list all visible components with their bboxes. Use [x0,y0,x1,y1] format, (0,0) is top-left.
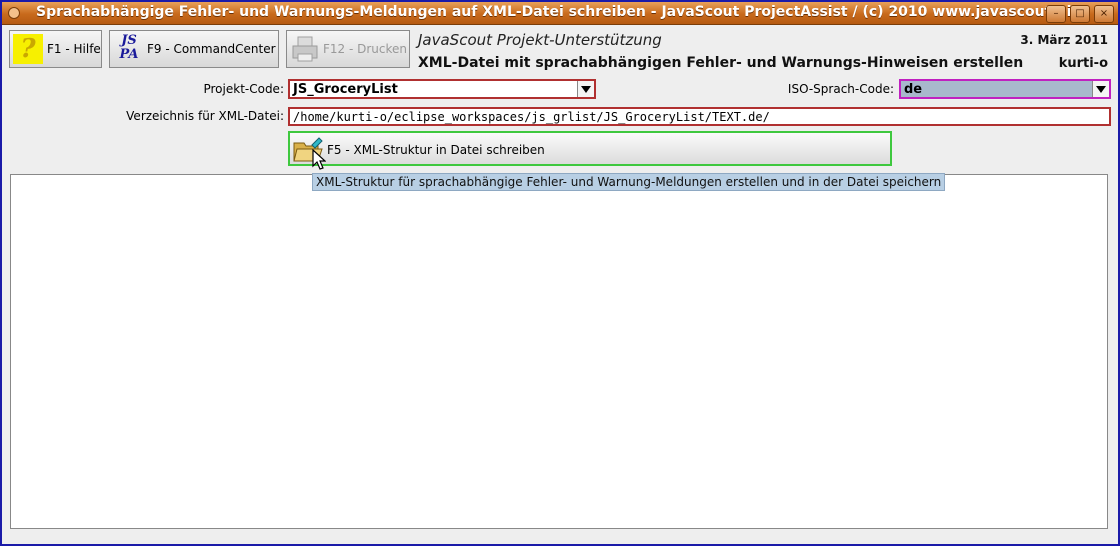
user-name: kurti-o [1058,56,1108,71]
help-button-label: F1 - Hilfe [47,42,101,56]
project-code-value: JS_GroceryList [293,82,398,97]
close-button[interactable]: × [1094,5,1114,23]
chevron-down-icon[interactable] [577,81,594,97]
print-button-label: F12 - Drucken [323,42,408,56]
current-date: 3. März 2011 [1020,33,1108,47]
directory-value: /home/kurti-o/eclipse_workspaces/js_grli… [293,110,770,124]
page-title: XML-Datei mit sprachabhängigen Fehler- u… [418,55,1024,71]
window-title: Sprachabhängige Fehler- und Warnungs-Mel… [36,4,1080,20]
application-window: Sprachabhängige Fehler- und Warnungs-Mel… [0,0,1120,546]
help-question-icon: ? [13,34,43,64]
printer-icon [292,36,318,62]
directory-label: Verzeichnis für XML-Datei: [126,109,284,123]
iso-code-label: ISO-Sprach-Code: [787,82,894,96]
mouse-cursor-icon [312,149,326,170]
command-center-button[interactable]: JS PA F9 - CommandCenter [109,30,279,68]
maximize-button[interactable]: □ [1070,5,1090,23]
iso-code-value: de [904,82,923,97]
iso-code-select[interactable]: de [899,79,1111,99]
title-bar[interactable]: Sprachabhängige Fehler- und Warnungs-Mel… [2,2,1118,25]
window-menu-icon[interactable] [8,7,20,19]
directory-field[interactable]: /home/kurti-o/eclipse_workspaces/js_grli… [288,107,1111,126]
write-xml-button[interactable]: F5 - XML-Struktur in Datei schreiben [288,131,892,166]
jspa-logo-top: JS [121,33,137,48]
project-code-label: Projekt-Code: [203,82,284,96]
jspa-logo-icon: JS PA [114,34,144,64]
command-center-button-label: F9 - CommandCenter [147,42,276,56]
project-code-select[interactable]: JS_GroceryList [288,79,596,99]
print-button[interactable]: F12 - Drucken [286,30,410,68]
output-area[interactable] [10,174,1108,529]
write-xml-button-label: F5 - XML-Struktur in Datei schreiben [327,143,545,157]
tooltip: XML-Struktur für sprachabhängige Fehler-… [312,173,946,191]
help-button[interactable]: ? F1 - Hilfe [9,30,102,68]
app-subtitle: JavaScout Projekt-Unterstützung [418,31,662,49]
minimize-button[interactable]: – [1046,5,1066,23]
chevron-down-icon[interactable] [1092,81,1109,97]
jspa-logo-bottom: PA [119,47,139,62]
